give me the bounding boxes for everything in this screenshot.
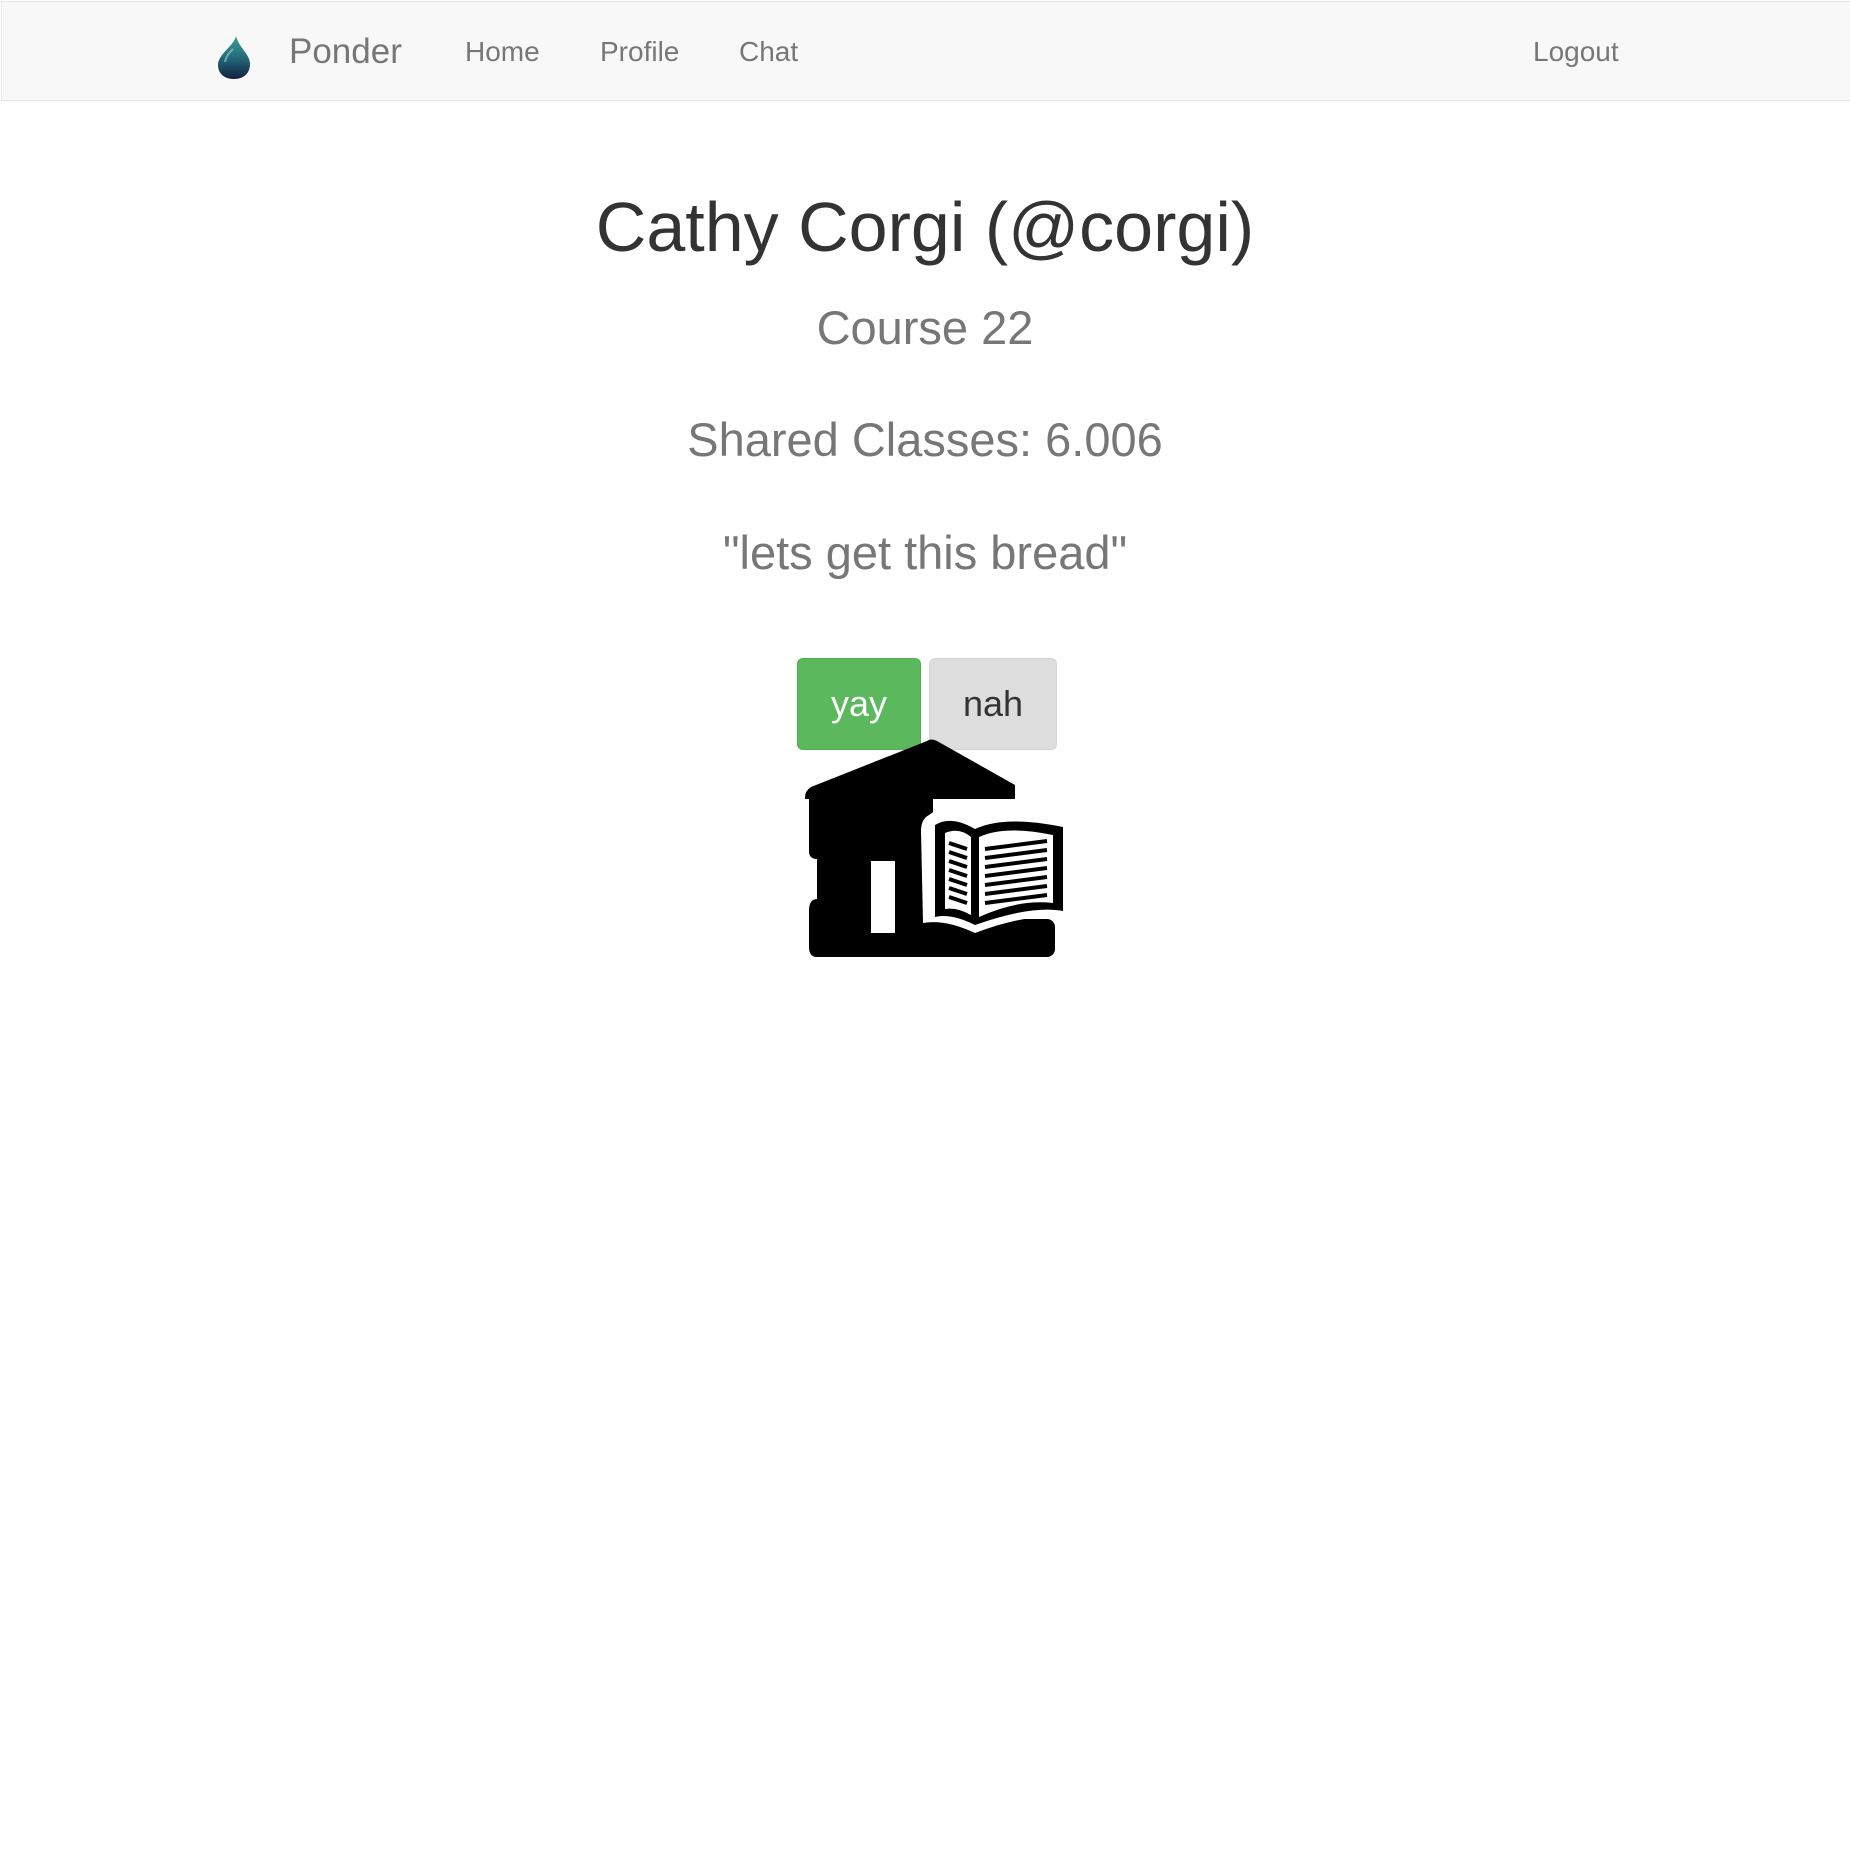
nav-chat-link[interactable]: Chat: [739, 36, 798, 68]
shared-classes: Shared Classes: 6.006: [687, 413, 1163, 466]
profile-quote: "lets get this bread": [722, 526, 1128, 579]
brand-name[interactable]: Ponder: [289, 32, 402, 72]
water-drop-icon[interactable]: [214, 34, 254, 80]
yay-button[interactable]: yay: [797, 658, 921, 750]
profile-course: Course 22: [816, 301, 1034, 354]
nav-profile-link[interactable]: Profile: [600, 36, 679, 68]
profile-name: Cathy Corgi (@corgi): [595, 188, 1255, 266]
nav-logout-link[interactable]: Logout: [1533, 36, 1619, 68]
school-building-book-icon: [805, 739, 1069, 957]
navbar: Ponder Home Profile Chat Logout: [1, 1, 1850, 101]
nav-home-link[interactable]: Home: [465, 36, 540, 68]
nah-button[interactable]: nah: [929, 658, 1057, 750]
